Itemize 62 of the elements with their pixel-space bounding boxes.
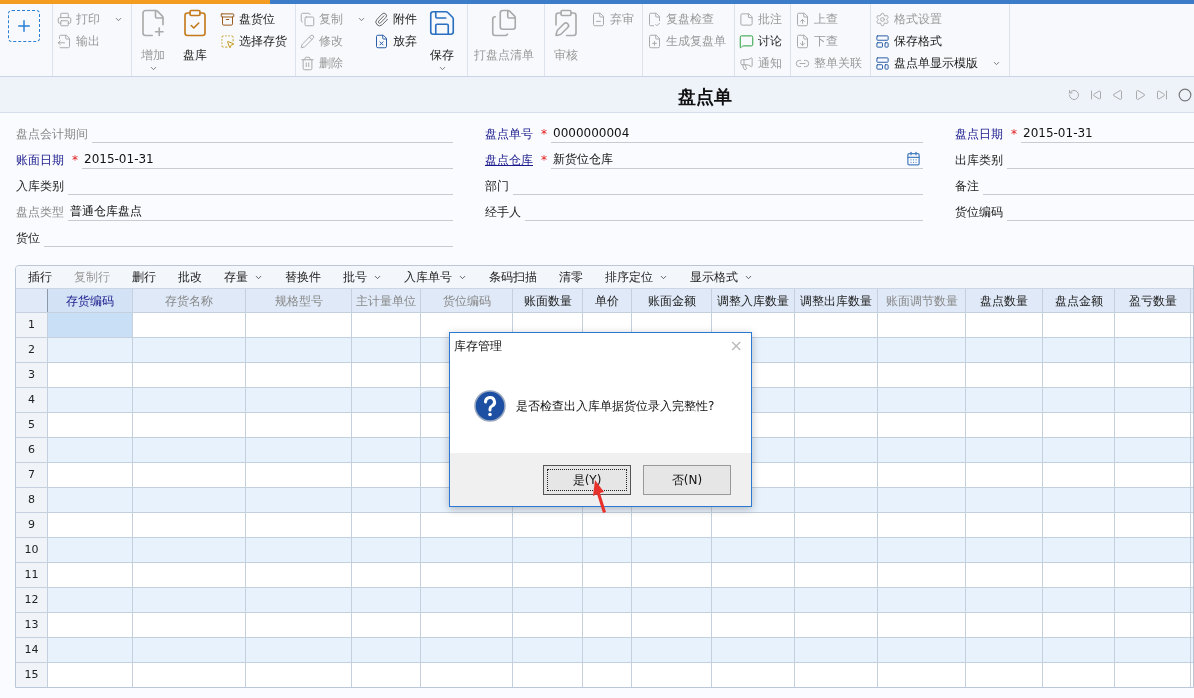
- input-field[interactable]: 0000000004: [551, 123, 923, 143]
- field-label[interactable]: 盘点仓库: [485, 151, 533, 169]
- field-label: 货位: [16, 230, 40, 247]
- field-label: 出库类别: [955, 152, 1003, 169]
- row-number: 13: [16, 613, 48, 637]
- grid-toolbar-button[interactable]: 入库单号: [404, 268, 467, 286]
- toolbar-button[interactable]: 讨论: [739, 32, 782, 50]
- required-mark: *: [1011, 126, 1017, 143]
- row-number: 12: [16, 588, 48, 612]
- toolbar-button[interactable]: 保存格式: [875, 32, 1001, 50]
- field-label: 盘点单号: [485, 126, 533, 143]
- field-label: 盘点会计期间: [16, 126, 88, 143]
- field-label: 盘点日期: [955, 126, 1003, 143]
- field-label: 备注: [955, 178, 979, 195]
- grid-toolbar-button[interactable]: 批号: [343, 268, 382, 286]
- row-number: 9: [16, 513, 48, 537]
- toolbar-button[interactable]: 盘货位: [220, 10, 287, 28]
- grid-toolbar-button[interactable]: 删行: [132, 268, 156, 286]
- grid-toolbar-button[interactable]: 批改: [178, 268, 202, 286]
- grid-toolbar-button[interactable]: 替换件: [285, 268, 321, 286]
- row-number: 10: [16, 538, 48, 562]
- column-header[interactable]: 存货编码: [48, 289, 133, 312]
- field-label: 部门: [485, 178, 509, 195]
- page-title: 盘点单: [678, 85, 732, 109]
- row-number: 14: [16, 638, 48, 662]
- grid-toolbar-button[interactable]: 条码扫描: [489, 268, 537, 286]
- grid-toolbar-button[interactable]: 清零: [559, 268, 583, 286]
- dialog-message: 是否检查出入库单据货位录入完整性?: [516, 398, 715, 415]
- row-number: 6: [16, 438, 48, 462]
- row-number: 4: [16, 388, 48, 412]
- input-field[interactable]: 新货位仓库: [551, 149, 923, 169]
- toolbar-button[interactable]: 盘库: [174, 4, 216, 64]
- row-number: 3: [16, 363, 48, 387]
- grid-toolbar-button[interactable]: 插行: [28, 268, 52, 286]
- grid-toolbar-button[interactable]: 显示格式: [690, 268, 753, 286]
- toolbar-button[interactable]: 放弃: [374, 32, 417, 50]
- dialog-button[interactable]: 否(N): [643, 464, 731, 495]
- toolbar-button[interactable]: 附件: [374, 10, 417, 28]
- grid-toolbar-button[interactable]: 排序定位: [605, 268, 668, 286]
- grid-toolbar-button[interactable]: 存量: [224, 268, 263, 286]
- toolbar-button[interactable]: 选择存货: [220, 32, 287, 50]
- row-number: 11: [16, 563, 48, 587]
- field-label: 盘点类型: [16, 204, 64, 221]
- field-label: 入库类别: [16, 178, 64, 195]
- required-mark: *: [541, 152, 547, 169]
- field-label: 经手人: [485, 204, 521, 221]
- required-mark: *: [72, 152, 78, 169]
- row-number: 5: [16, 413, 48, 437]
- row-number: 1: [16, 313, 48, 337]
- toolbar-button[interactable]: 盘点单显示模版: [875, 54, 1001, 72]
- field-label: 账面日期: [16, 152, 64, 169]
- row-number: 7: [16, 463, 48, 487]
- field-label: 货位编码: [955, 204, 1003, 221]
- row-number: 2: [16, 338, 48, 362]
- input-field[interactable]: 2015-01-31: [82, 149, 453, 169]
- dialog-button[interactable]: 是(Y): [543, 464, 631, 495]
- required-mark: *: [541, 126, 547, 143]
- toolbar-button[interactable]: 保存: [421, 4, 463, 73]
- input-field[interactable]: 2015-01-31: [1021, 123, 1194, 143]
- dialog-title: 库存管理: [454, 338, 502, 355]
- row-number: 8: [16, 488, 48, 512]
- row-number: 15: [16, 663, 48, 687]
